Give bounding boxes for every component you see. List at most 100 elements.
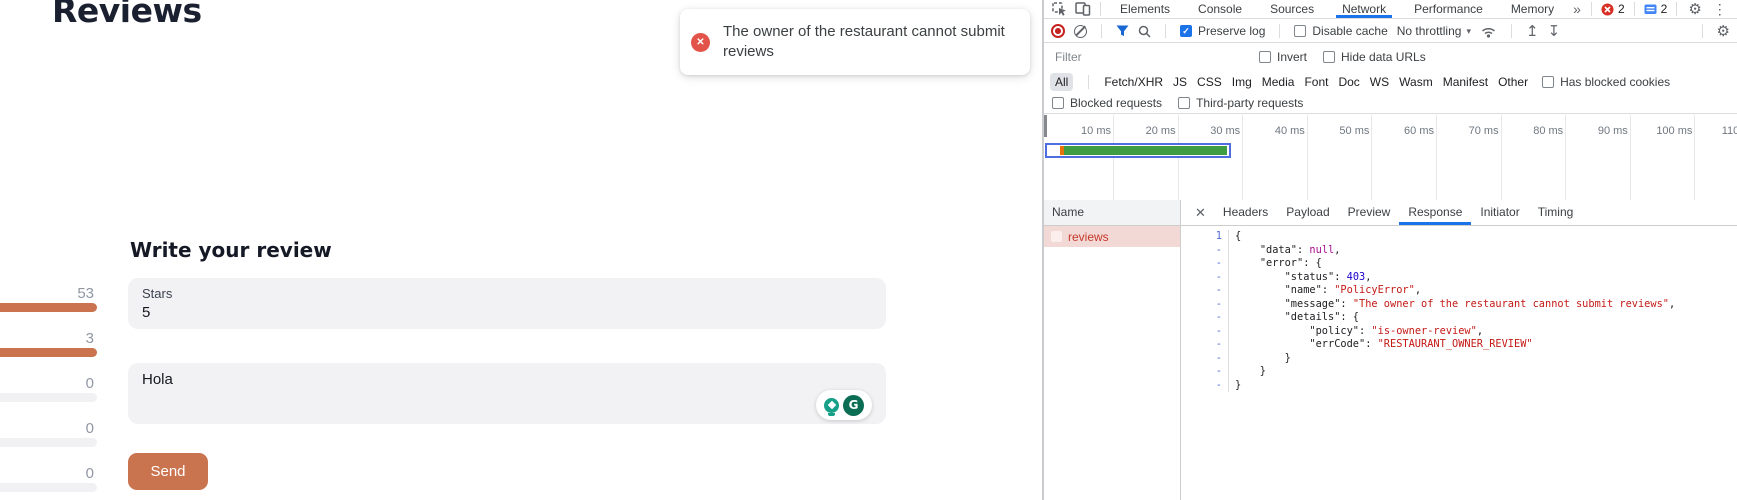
code-line: -} (1182, 379, 1737, 393)
tab-performance[interactable]: Performance (1400, 0, 1497, 18)
checkbox-unchecked[interactable] (1052, 97, 1064, 109)
kebab-menu-icon[interactable]: ⋮ (1708, 2, 1732, 16)
issues-count-badge[interactable]: 2 (1640, 2, 1672, 16)
checkbox-unchecked[interactable] (1294, 25, 1306, 37)
send-button[interactable]: Send (128, 453, 208, 490)
checkbox-unchecked[interactable] (1542, 76, 1554, 88)
review-text-field[interactable]: Hola G (128, 363, 886, 424)
grammarly-logo-icon[interactable]: G (843, 395, 864, 416)
disable-cache-checkbox[interactable]: Disable cache (1294, 24, 1387, 38)
name-column-header[interactable]: Name (1044, 200, 1181, 226)
timeline-tick-label: 110 ms (1699, 125, 1737, 137)
line-gutter: - (1182, 379, 1229, 393)
filter-funnel-icon[interactable] (1116, 25, 1129, 37)
third-party-requests-checkbox[interactable]: Third-party requests (1178, 96, 1303, 110)
throttling-select[interactable]: No throttling ▾ (1397, 24, 1471, 38)
panel-tabs: ElementsConsoleSourcesNetworkPerformance… (1106, 0, 1568, 18)
line-gutter: - (1182, 311, 1229, 325)
timeline-tick-label: 70 ms (1441, 125, 1499, 137)
code-line: - "data": null, (1182, 244, 1737, 258)
request-waterfall-bar[interactable] (1045, 143, 1231, 158)
clear-network-log-icon[interactable] (1074, 25, 1087, 38)
line-gutter: - (1182, 365, 1229, 379)
rating-row: 0 (0, 465, 97, 500)
timeline-scrubber[interactable] (1044, 115, 1047, 137)
detail-tab-payload[interactable]: Payload (1277, 200, 1338, 225)
detail-tab-response[interactable]: Response (1399, 200, 1471, 225)
tab-console[interactable]: Console (1184, 0, 1256, 18)
checkbox-checked[interactable]: ✓ (1180, 25, 1192, 37)
code-text: "message": "The owner of the restaurant … (1229, 298, 1675, 312)
divider (1676, 2, 1677, 16)
filter-chip-other[interactable]: Other (1498, 75, 1528, 89)
stars-field[interactable]: Stars 5 (128, 278, 886, 329)
toast-message: The owner of the restaurant cannot submi… (723, 22, 1013, 62)
filter-chip-font[interactable]: Font (1304, 75, 1328, 89)
timeline-gridline (1307, 115, 1308, 200)
network-conditions-icon[interactable] (1480, 25, 1497, 38)
rating-distribution: 533000 (0, 285, 97, 500)
filter-chip-manifest[interactable]: Manifest (1443, 75, 1488, 89)
chevron-down-icon: ▾ (1466, 26, 1471, 37)
rating-bar (0, 393, 97, 402)
close-devtools-icon[interactable]: ✕ (1732, 3, 1737, 16)
request-row-reviews[interactable]: reviews (1044, 226, 1180, 247)
timeline-tick-label: 90 ms (1570, 125, 1628, 137)
detail-tab-timing[interactable]: Timing (1529, 200, 1583, 225)
filter-chip-img[interactable]: Img (1232, 75, 1252, 89)
filter-chip-js[interactable]: JS (1173, 75, 1187, 89)
has-blocked-cookies-checkbox[interactable]: Has blocked cookies (1542, 75, 1670, 89)
tab-elements[interactable]: Elements (1106, 0, 1184, 18)
search-icon[interactable] (1138, 25, 1151, 38)
hide-data-urls-checkbox[interactable]: Hide data URLs (1323, 50, 1426, 64)
page-title: Reviews (52, 0, 202, 30)
detail-tab-headers[interactable]: Headers (1214, 200, 1277, 225)
network-settings-gear-icon[interactable]: ⚙ (1717, 24, 1730, 39)
import-har-icon[interactable]: ↥ (1526, 24, 1539, 39)
review-form-heading: Write your review (130, 238, 332, 262)
timeline-tick-label: 100 ms (1634, 125, 1692, 137)
filter-chip-doc[interactable]: Doc (1338, 75, 1359, 89)
checkbox-unchecked[interactable] (1259, 51, 1271, 63)
grammarly-widget[interactable]: G (816, 390, 872, 420)
rating-count: 3 (86, 330, 94, 347)
inspect-element-icon[interactable] (1052, 2, 1067, 16)
settings-gear-icon[interactable]: ⚙ (1682, 2, 1707, 17)
tab-memory[interactable]: Memory (1497, 0, 1568, 18)
divider (1634, 2, 1635, 16)
rating-bar (0, 438, 97, 447)
preserve-log-checkbox[interactable]: ✓ Preserve log (1180, 24, 1265, 38)
detail-tab-initiator[interactable]: Initiator (1471, 200, 1528, 225)
detail-tab-preview[interactable]: Preview (1339, 200, 1400, 225)
blocked-requests-checkbox[interactable]: Blocked requests (1052, 96, 1162, 110)
tab-sources[interactable]: Sources (1256, 0, 1328, 18)
invert-checkbox[interactable]: Invert (1259, 50, 1307, 64)
device-toolbar-icon[interactable] (1075, 2, 1091, 16)
request-detail-tabs: ✕ HeadersPayloadPreviewResponseInitiator… (1181, 200, 1737, 226)
close-detail-icon[interactable]: ✕ (1187, 205, 1214, 221)
divider (1101, 24, 1102, 38)
network-filter-input[interactable] (1051, 48, 1219, 66)
rating-bar (0, 303, 97, 312)
tab-network[interactable]: Network (1328, 0, 1400, 18)
network-overview-timeline[interactable]: 10 ms20 ms30 ms40 ms50 ms60 ms70 ms80 ms… (1044, 115, 1737, 201)
grammarly-suggestion-icon[interactable] (824, 398, 839, 413)
filter-chip-ws[interactable]: WS (1370, 75, 1389, 89)
export-har-icon[interactable]: ↧ (1548, 24, 1561, 39)
filter-chip-fetchxhr[interactable]: Fetch/XHR (1104, 75, 1163, 89)
filter-chip-media[interactable]: Media (1262, 75, 1295, 89)
more-tabs-icon[interactable]: » (1568, 2, 1586, 16)
checkbox-unchecked[interactable] (1178, 97, 1190, 109)
record-network-log-icon[interactable] (1051, 24, 1065, 38)
filter-chip-all[interactable]: All (1050, 73, 1073, 91)
error-count-badge[interactable]: 2 (1597, 2, 1629, 16)
filter-chip-css[interactable]: CSS (1197, 75, 1222, 89)
restaurant-reviews-page: Reviews ✕ The owner of the restaurant ca… (0, 0, 1042, 500)
checkbox-unchecked[interactable] (1323, 51, 1335, 63)
code-line: - "errCode": "RESTAURANT_OWNER_REVIEW" (1182, 338, 1737, 352)
rating-bar (0, 483, 97, 492)
divider (1100, 2, 1101, 16)
request-list: reviews (1044, 226, 1181, 500)
divider (1702, 24, 1703, 38)
filter-chip-wasm[interactable]: Wasm (1399, 75, 1433, 89)
